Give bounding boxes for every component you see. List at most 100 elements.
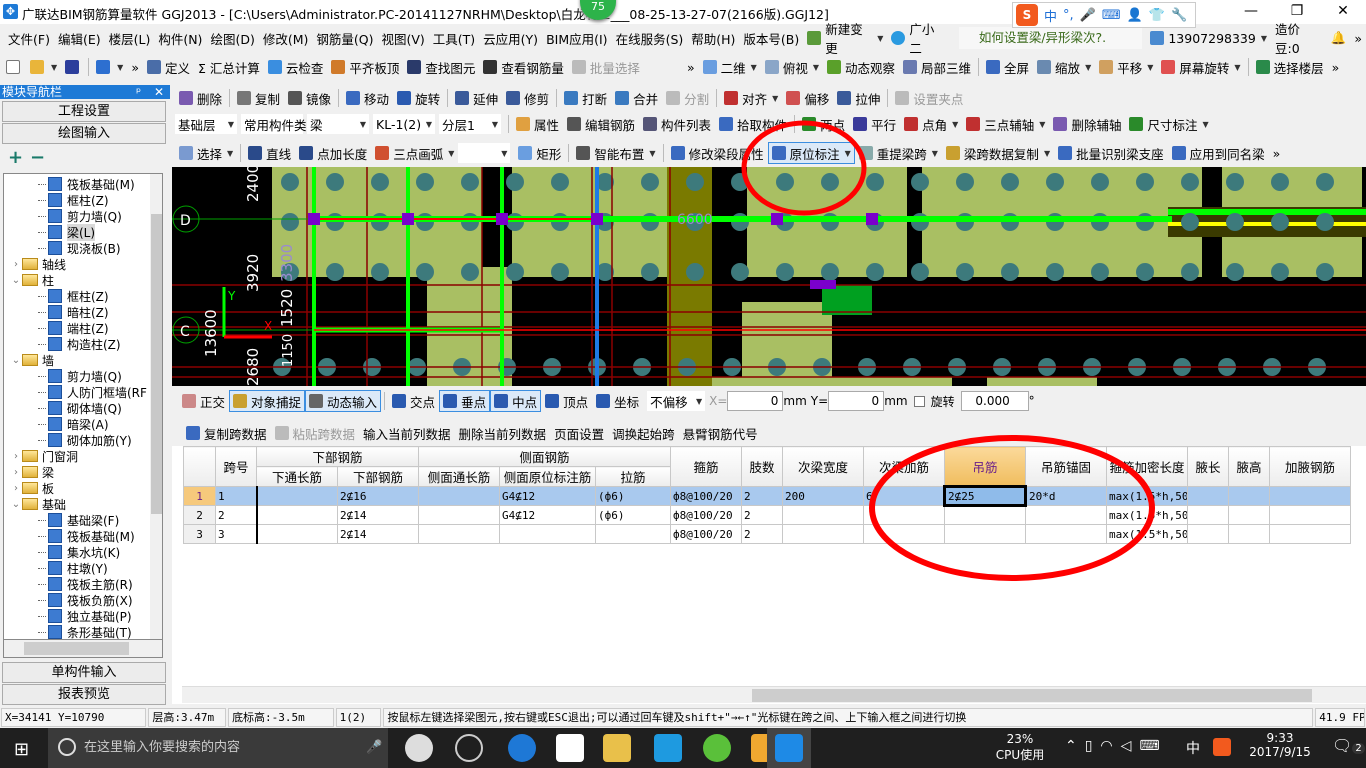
span-data-copy-button[interactable]: 梁跨数据复制 ▼ <box>942 142 1054 164</box>
midpoint-button[interactable]: 中点 <box>490 390 542 412</box>
table-cell[interactable] <box>255 524 338 544</box>
table-cell[interactable]: 1 <box>215 486 257 506</box>
toolbar-item-button[interactable]: 输入当前列数据 <box>359 422 455 444</box>
chevron-down-icon[interactable]: ▼ <box>751 63 757 72</box>
tree-item[interactable]: 砌体加筋(Y) <box>38 432 132 448</box>
fullscreen-button[interactable]: 全屏 <box>982 56 1033 78</box>
tree-item[interactable]: 条形基础(T) <box>38 624 132 639</box>
undo-button[interactable]: ▼ <box>92 56 127 78</box>
dimension-button[interactable]: 尺寸标注 ▼ <box>1125 113 1212 135</box>
ime-user-icon[interactable]: 👤 <box>1127 8 1143 23</box>
tree-horizontal-scrollbar[interactable] <box>3 640 163 658</box>
tree-item[interactable]: 筏板基础(M) <box>38 176 135 192</box>
tree-folder[interactable]: › 板 <box>10 480 54 496</box>
tree-item[interactable]: 筏板基础(M) <box>38 528 135 544</box>
task-view-icon[interactable] <box>405 734 433 762</box>
category-select[interactable]: 常用构件类▼ <box>241 114 316 134</box>
close-button[interactable]: ✕ <box>1320 0 1366 24</box>
chevron-down-icon[interactable]: ▼ <box>1147 63 1153 72</box>
tree-folder[interactable]: › 梁 <box>10 464 54 480</box>
top-view-button[interactable]: 俯视 ▼ <box>761 56 823 78</box>
menu-item[interactable]: 钢筋量(Q) <box>312 29 377 48</box>
chevron-right-icon[interactable]: › <box>10 259 22 270</box>
binoculars-button[interactable]: 查找图元 <box>403 56 479 78</box>
store-icon[interactable] <box>556 734 584 762</box>
chevron-right-icon[interactable]: › <box>10 451 22 462</box>
table-cell[interactable] <box>782 524 865 544</box>
chevron-down-icon[interactable]: ▼ <box>1039 120 1045 129</box>
menu-item[interactable]: 绘图(D) <box>206 29 258 48</box>
row-number[interactable]: 2 <box>183 505 216 525</box>
column-header[interactable]: 加腋钢筋 <box>1269 446 1352 487</box>
select-cursor-button[interactable]: 选择 ▼ <box>175 142 237 164</box>
delete-axis-button[interactable]: 删除辅轴 <box>1049 113 1125 135</box>
copy-span-button[interactable]: 复制跨数据 <box>182 422 271 444</box>
tree-item[interactable]: 构造柱(Z) <box>38 336 121 352</box>
menu-item[interactable]: BIM应用(I) <box>542 29 612 48</box>
active-cell[interactable]: 2⊈25 <box>943 485 1028 507</box>
y-input[interactable]: 0 <box>828 391 885 411</box>
toolbar-item-button[interactable]: 删除当前列数据 <box>455 422 551 444</box>
batch-identify-support-button[interactable]: 批量识别梁支座 <box>1054 142 1168 164</box>
project-settings-button[interactable]: 工程设置 <box>2 101 166 122</box>
chevron-down-icon[interactable]: ▼ <box>1202 120 1208 129</box>
column-header[interactable]: 侧面原位标注筋 <box>499 466 597 487</box>
table-cell[interactable]: 2⊈16 <box>336 486 420 506</box>
table-row[interactable]: 3 3 2⊈14 ф8@100/20 2 max(1.5*h,50 <box>183 524 1352 544</box>
define-button[interactable]: 定义 <box>143 56 194 78</box>
set-grip-button[interactable]: 设置夹点 <box>891 87 967 109</box>
edge-icon[interactable] <box>508 734 536 762</box>
chevron-down-icon[interactable]: ⌄ <box>10 275 22 286</box>
windows-start-icon[interactable]: ⊞ <box>14 739 29 760</box>
report-preview-button[interactable]: 报表预览 <box>2 684 166 705</box>
file-explorer-icon[interactable] <box>603 734 631 762</box>
chevron-down-icon[interactable]: ▼ <box>772 94 778 103</box>
offset-button[interactable]: 偏移 <box>782 87 833 109</box>
system-tray-icons[interactable]: ⌃▯◠◁⌨ <box>1065 738 1168 754</box>
tree-folder[interactable]: ⌄ 基础 <box>10 496 66 512</box>
table-row[interactable]: 1 1 2⊈16 G4⊈12 (ф6) ф8@100/20 2 200 6 2⊈25 20*d max… <box>183 485 1352 507</box>
toolbar-item-button[interactable]: » <box>1328 56 1344 78</box>
drawing-svg[interactable]: D C 2400 3920 13600 2680 3300 1520 1150 6600 Y X <box>172 167 1366 386</box>
account-button[interactable]: 13907298339 ▼ <box>1146 27 1271 49</box>
chevron-down-icon[interactable]: ▼ <box>813 63 819 72</box>
ggj-app-icon[interactable] <box>775 734 803 762</box>
menu-item[interactable]: 视图(V) <box>377 29 428 48</box>
copy-button[interactable]: 复制 <box>233 87 284 109</box>
notification-icon[interactable]: 🗨 2 <box>1332 736 1365 755</box>
type-select[interactable]: 梁 ▼ <box>307 114 369 134</box>
table-cell[interactable]: 200 <box>782 486 865 506</box>
chevron-down-icon[interactable]: ▼ <box>227 149 233 158</box>
column-header[interactable]: 腋高 <box>1228 446 1271 487</box>
chevron-down-icon[interactable]: ⌄ <box>10 499 22 510</box>
table-cell[interactable]: ф8@100/20 <box>670 486 743 506</box>
row-header-corner[interactable] <box>183 446 216 487</box>
table-cell[interactable] <box>499 524 597 544</box>
table-cell[interactable] <box>1269 505 1352 525</box>
dynamic-input-button[interactable]: 动态输入 <box>305 390 382 412</box>
table-cell[interactable]: 6 <box>863 486 946 506</box>
zoom-button[interactable]: 缩放 ▼ <box>1033 56 1095 78</box>
menu-item[interactable]: 在线服务(S) <box>612 29 688 48</box>
chevron-down-icon[interactable]: ▼ <box>117 63 123 72</box>
open-folder-button[interactable]: ▼ <box>26 56 61 78</box>
tree-item[interactable]: 剪力墙(Q) <box>38 368 122 384</box>
ime-punctuation-icon[interactable]: °, <box>1063 8 1074 23</box>
tree-item[interactable]: 集水坑(K) <box>38 544 120 560</box>
chevron-down-icon[interactable]: ▼ <box>51 63 57 72</box>
assistant-button[interactable]: 广小二 <box>887 22 948 56</box>
stretch-button[interactable]: 拉伸 <box>833 87 884 109</box>
object-snap-button[interactable]: 对象捕捉 <box>229 390 306 412</box>
tree-item[interactable]: 暗柱(Z) <box>38 304 109 320</box>
scroll-thumb[interactable] <box>24 642 129 655</box>
chevron-right-icon[interactable]: › <box>10 467 22 478</box>
tree-item[interactable]: 端柱(Z) <box>38 320 109 336</box>
chevron-down-icon[interactable]: ▼ <box>845 149 851 158</box>
edit-rebar-button[interactable]: 编辑钢筋 <box>563 113 639 135</box>
collapse-all-icon[interactable]: − <box>30 147 45 168</box>
column-header[interactable]: 肢数 <box>741 446 784 487</box>
table-cell[interactable] <box>595 524 672 544</box>
tree-item[interactable]: 基础梁(F) <box>38 512 119 528</box>
arc-button[interactable]: 三点画弧 ▼ <box>371 142 458 164</box>
ime-keyboard-icon[interactable]: ⌨ <box>1102 8 1121 23</box>
